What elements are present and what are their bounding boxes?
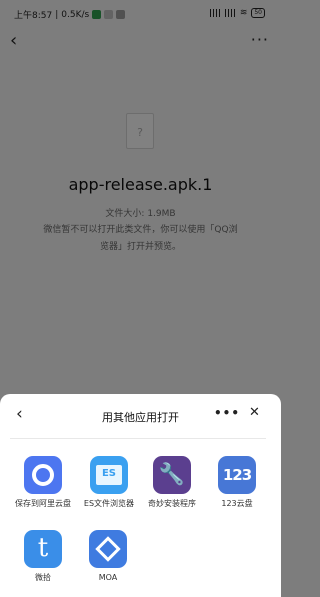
- open-with-sheet: ‹ 用其他应用打开 ••• ✕ 保存到阿里云盘 ES ES文件浏览器 🔧 奇妙安…: [0, 394, 281, 597]
- app-weishi[interactable]: t 微拾: [13, 530, 73, 583]
- wrench-installer-icon: 🔧: [153, 456, 191, 494]
- app-qimiao-installer[interactable]: 🔧 奇妙安装程序: [142, 456, 202, 509]
- app-123-cloud[interactable]: 123 123云盘: [207, 456, 267, 509]
- app-aliyun-drive[interactable]: 保存到阿里云盘: [13, 456, 73, 509]
- aliyun-drive-icon: [24, 456, 62, 494]
- more-icon[interactable]: •••: [214, 406, 240, 420]
- close-icon[interactable]: ✕: [249, 405, 260, 420]
- moa-icon: [89, 530, 127, 568]
- app-es-file-explorer[interactable]: ES ES文件浏览器: [79, 456, 139, 509]
- weishi-icon: t: [24, 530, 62, 568]
- 123-cloud-icon: 123: [218, 456, 256, 494]
- divider: [10, 438, 266, 439]
- app-moa[interactable]: MOA: [78, 530, 138, 583]
- sheet-header: ‹ 用其他应用打开 ••• ✕: [0, 394, 281, 438]
- es-file-explorer-icon: ES: [90, 456, 128, 494]
